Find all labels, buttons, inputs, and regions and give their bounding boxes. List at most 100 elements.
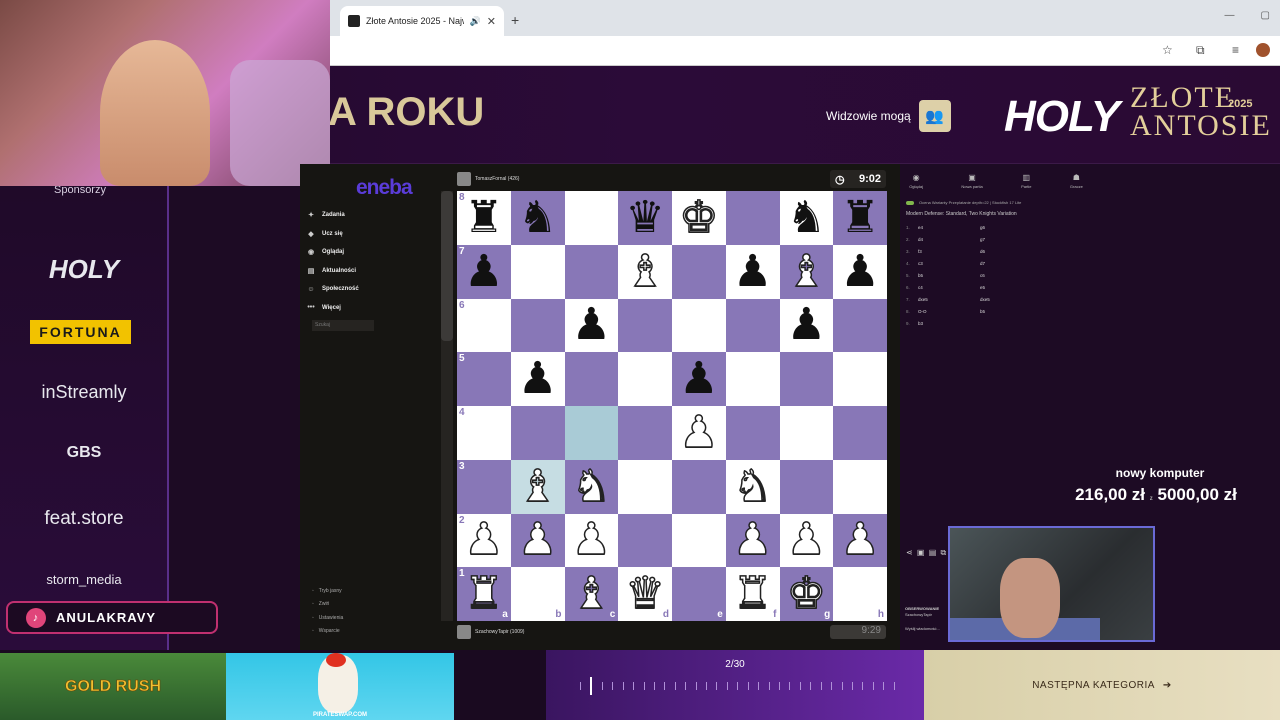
square-d3[interactable] bbox=[618, 459, 672, 514]
maximize-button[interactable]: ▢ bbox=[1261, 10, 1270, 21]
chessboard[interactable]: ♜ 8 ♞ ♛ ♚ ♞ ♜ ♟ 7 ♝ ♟ ♝ ♟ 6 ♟ ♟ 5 ♟ ♟ 4 ♟ 3 ♝ ♞ ♞ ♟ 2 ♟ ♟ ♟ ♟ ♟ ♜ 1 a b ♝ c ♛ d… bbox=[457, 191, 887, 621]
white-bishop-icon[interactable]: ♝ bbox=[625, 248, 666, 294]
white-bishop-icon[interactable]: ♝ bbox=[517, 463, 558, 509]
move-black[interactable]: d6 bbox=[980, 249, 1076, 254]
square-d7[interactable]: ♝ bbox=[618, 244, 672, 299]
white-queen-icon[interactable]: ♛ bbox=[625, 571, 666, 617]
site-nav-item-more[interactable]: ••• Więcej bbox=[306, 299, 438, 318]
white-rook-icon[interactable]: ♜ bbox=[732, 571, 773, 617]
square-c3[interactable]: ♞ bbox=[564, 459, 619, 514]
minimize-button[interactable]: — bbox=[1225, 10, 1235, 21]
square-h1[interactable]: h bbox=[833, 567, 887, 621]
square-e5[interactable]: ♟ bbox=[672, 352, 726, 406]
move-white[interactable]: e4 bbox=[918, 225, 980, 230]
square-b3[interactable]: ♝ bbox=[510, 459, 565, 514]
square-f4[interactable] bbox=[725, 406, 780, 460]
square-e4[interactable]: ♟ bbox=[672, 406, 726, 460]
browser-tab[interactable]: Złote Antosie 2025 - Najwi 🔊 ✕ bbox=[340, 6, 504, 36]
scrollbar-thumb[interactable] bbox=[441, 191, 453, 341]
site-nav-item-puzzle[interactable]: ✦ Zadania bbox=[306, 206, 438, 225]
pirateswap-ad[interactable]: PIRATESWAP.COM bbox=[226, 653, 454, 720]
square-h2[interactable]: ♟ bbox=[833, 513, 887, 568]
square-f5[interactable] bbox=[725, 352, 780, 406]
square-b5[interactable]: ♟ bbox=[510, 352, 565, 406]
white-rook-icon[interactable]: ♜ bbox=[463, 571, 504, 617]
square-g5[interactable] bbox=[779, 352, 834, 406]
square-d1[interactable]: ♛ d bbox=[618, 567, 672, 621]
square-g8[interactable]: ♞ bbox=[779, 191, 834, 245]
move-row[interactable]: 1. e4 g6 bbox=[906, 221, 1086, 233]
square-d2[interactable] bbox=[618, 513, 672, 568]
white-knight-icon[interactable]: ♞ bbox=[732, 463, 773, 509]
move-row[interactable]: 9. b3 bbox=[906, 317, 1086, 329]
square-e7[interactable] bbox=[672, 244, 726, 299]
bottom-player[interactable]: SzachowyTapir (1009) bbox=[457, 624, 524, 640]
tab-close-button[interactable]: ✕ bbox=[487, 15, 496, 28]
site-nav-item-news[interactable]: ▤ Aktualności bbox=[306, 262, 438, 281]
square-a5[interactable]: 5 bbox=[457, 352, 511, 406]
analysis-tab[interactable]: ▥ Partie bbox=[1021, 173, 1031, 189]
square-c7[interactable] bbox=[564, 244, 619, 299]
square-e3[interactable] bbox=[672, 459, 726, 514]
move-white[interactable]: f3 bbox=[918, 249, 980, 254]
square-g2[interactable]: ♟ bbox=[779, 513, 834, 568]
site-nav-item-learn[interactable]: ◆ Ucz się bbox=[306, 225, 438, 244]
square-d4[interactable] bbox=[618, 406, 672, 460]
square-f3[interactable]: ♞ bbox=[725, 459, 780, 514]
move-row[interactable]: 7. dxe5 dxe5 bbox=[906, 293, 1086, 305]
bottom-nav-item[interactable]: ◦ Wsparcie bbox=[312, 628, 343, 641]
white-bishop-icon[interactable]: ♝ bbox=[786, 248, 827, 294]
square-c1[interactable]: ♝ c bbox=[564, 567, 619, 621]
square-f2[interactable]: ♟ bbox=[725, 513, 780, 568]
square-c6[interactable]: ♟ bbox=[564, 298, 619, 353]
square-e2[interactable] bbox=[672, 513, 726, 568]
gold-rush-ad[interactable]: GOLD RUSH bbox=[0, 653, 226, 720]
move-black[interactable]: dxe5 bbox=[980, 297, 1076, 302]
black-pawn-icon[interactable]: ♟ bbox=[572, 303, 611, 347]
bookmark-star-icon[interactable]: ☆ bbox=[1162, 43, 1173, 57]
square-h4[interactable] bbox=[833, 406, 887, 460]
square-b8[interactable]: ♞ bbox=[510, 191, 565, 245]
square-e1[interactable]: e bbox=[672, 567, 726, 621]
black-rook-icon[interactable]: ♜ bbox=[464, 195, 503, 240]
people-icon[interactable]: 👥 bbox=[918, 100, 951, 132]
square-e8[interactable]: ♚ bbox=[672, 191, 726, 245]
square-c8[interactable] bbox=[564, 191, 619, 245]
move-row[interactable]: 2. d4 g7 bbox=[906, 233, 1086, 245]
square-d8[interactable]: ♛ bbox=[618, 191, 672, 245]
move-row[interactable]: 3. f3 d6 bbox=[906, 245, 1086, 257]
square-a3[interactable]: 3 bbox=[457, 459, 511, 514]
new-tab-button[interactable]: + bbox=[511, 12, 519, 28]
square-b4[interactable] bbox=[510, 406, 565, 460]
move-row[interactable]: 6. c4 e5 bbox=[906, 281, 1086, 293]
square-b2[interactable]: ♟ bbox=[510, 513, 565, 568]
black-pawn-icon[interactable]: ♟ bbox=[518, 357, 557, 401]
square-c4[interactable] bbox=[564, 406, 619, 460]
extensions-icon[interactable]: ⧉ bbox=[1196, 43, 1205, 58]
white-pawn-icon[interactable]: ♟ bbox=[786, 517, 827, 563]
black-pawn-icon[interactable]: ♟ bbox=[464, 249, 503, 294]
next-category-button[interactable]: NASTĘPNA KATEGORIA ➔ bbox=[924, 650, 1280, 720]
square-a4[interactable]: 4 bbox=[457, 406, 511, 460]
square-h8[interactable]: ♜ bbox=[833, 191, 887, 245]
site-nav-item-social[interactable]: ☺ Społeczność bbox=[306, 280, 438, 299]
toggle-icon[interactable] bbox=[906, 200, 914, 205]
site-nav-item-watch[interactable]: ◉ Oglądaj bbox=[306, 243, 438, 262]
bottom-nav-item[interactable]: ◦ Tryb jasny bbox=[312, 588, 343, 601]
move-white[interactable]: dxe5 bbox=[918, 297, 980, 302]
profile-avatar[interactable] bbox=[1256, 43, 1270, 57]
square-h3[interactable] bbox=[833, 459, 887, 514]
black-knight-icon[interactable]: ♞ bbox=[518, 195, 557, 240]
square-b1[interactable]: b bbox=[510, 567, 565, 621]
black-rook-icon[interactable]: ♜ bbox=[840, 195, 879, 240]
square-c5[interactable] bbox=[564, 352, 619, 406]
black-pawn-icon[interactable]: ♟ bbox=[787, 303, 826, 347]
square-h6[interactable] bbox=[833, 298, 887, 353]
white-bishop-icon[interactable]: ♝ bbox=[571, 571, 612, 617]
board-grid[interactable]: ♜ 8 ♞ ♛ ♚ ♞ ♜ ♟ 7 ♝ ♟ ♝ ♟ 6 ♟ ♟ 5 ♟ ♟ 4 ♟ 3 ♝ ♞ ♞ ♟ 2 ♟ ♟ ♟ ♟ ♟ ♜ 1 a b ♝ c ♛ d… bbox=[457, 191, 887, 621]
square-f1[interactable]: ♜ f bbox=[725, 567, 780, 621]
square-a2[interactable]: ♟ 2 bbox=[457, 513, 511, 568]
analysis-tab[interactable]: ◉ Oglądaj bbox=[909, 173, 923, 189]
square-b7[interactable] bbox=[510, 244, 565, 299]
square-e6[interactable] bbox=[672, 298, 726, 353]
